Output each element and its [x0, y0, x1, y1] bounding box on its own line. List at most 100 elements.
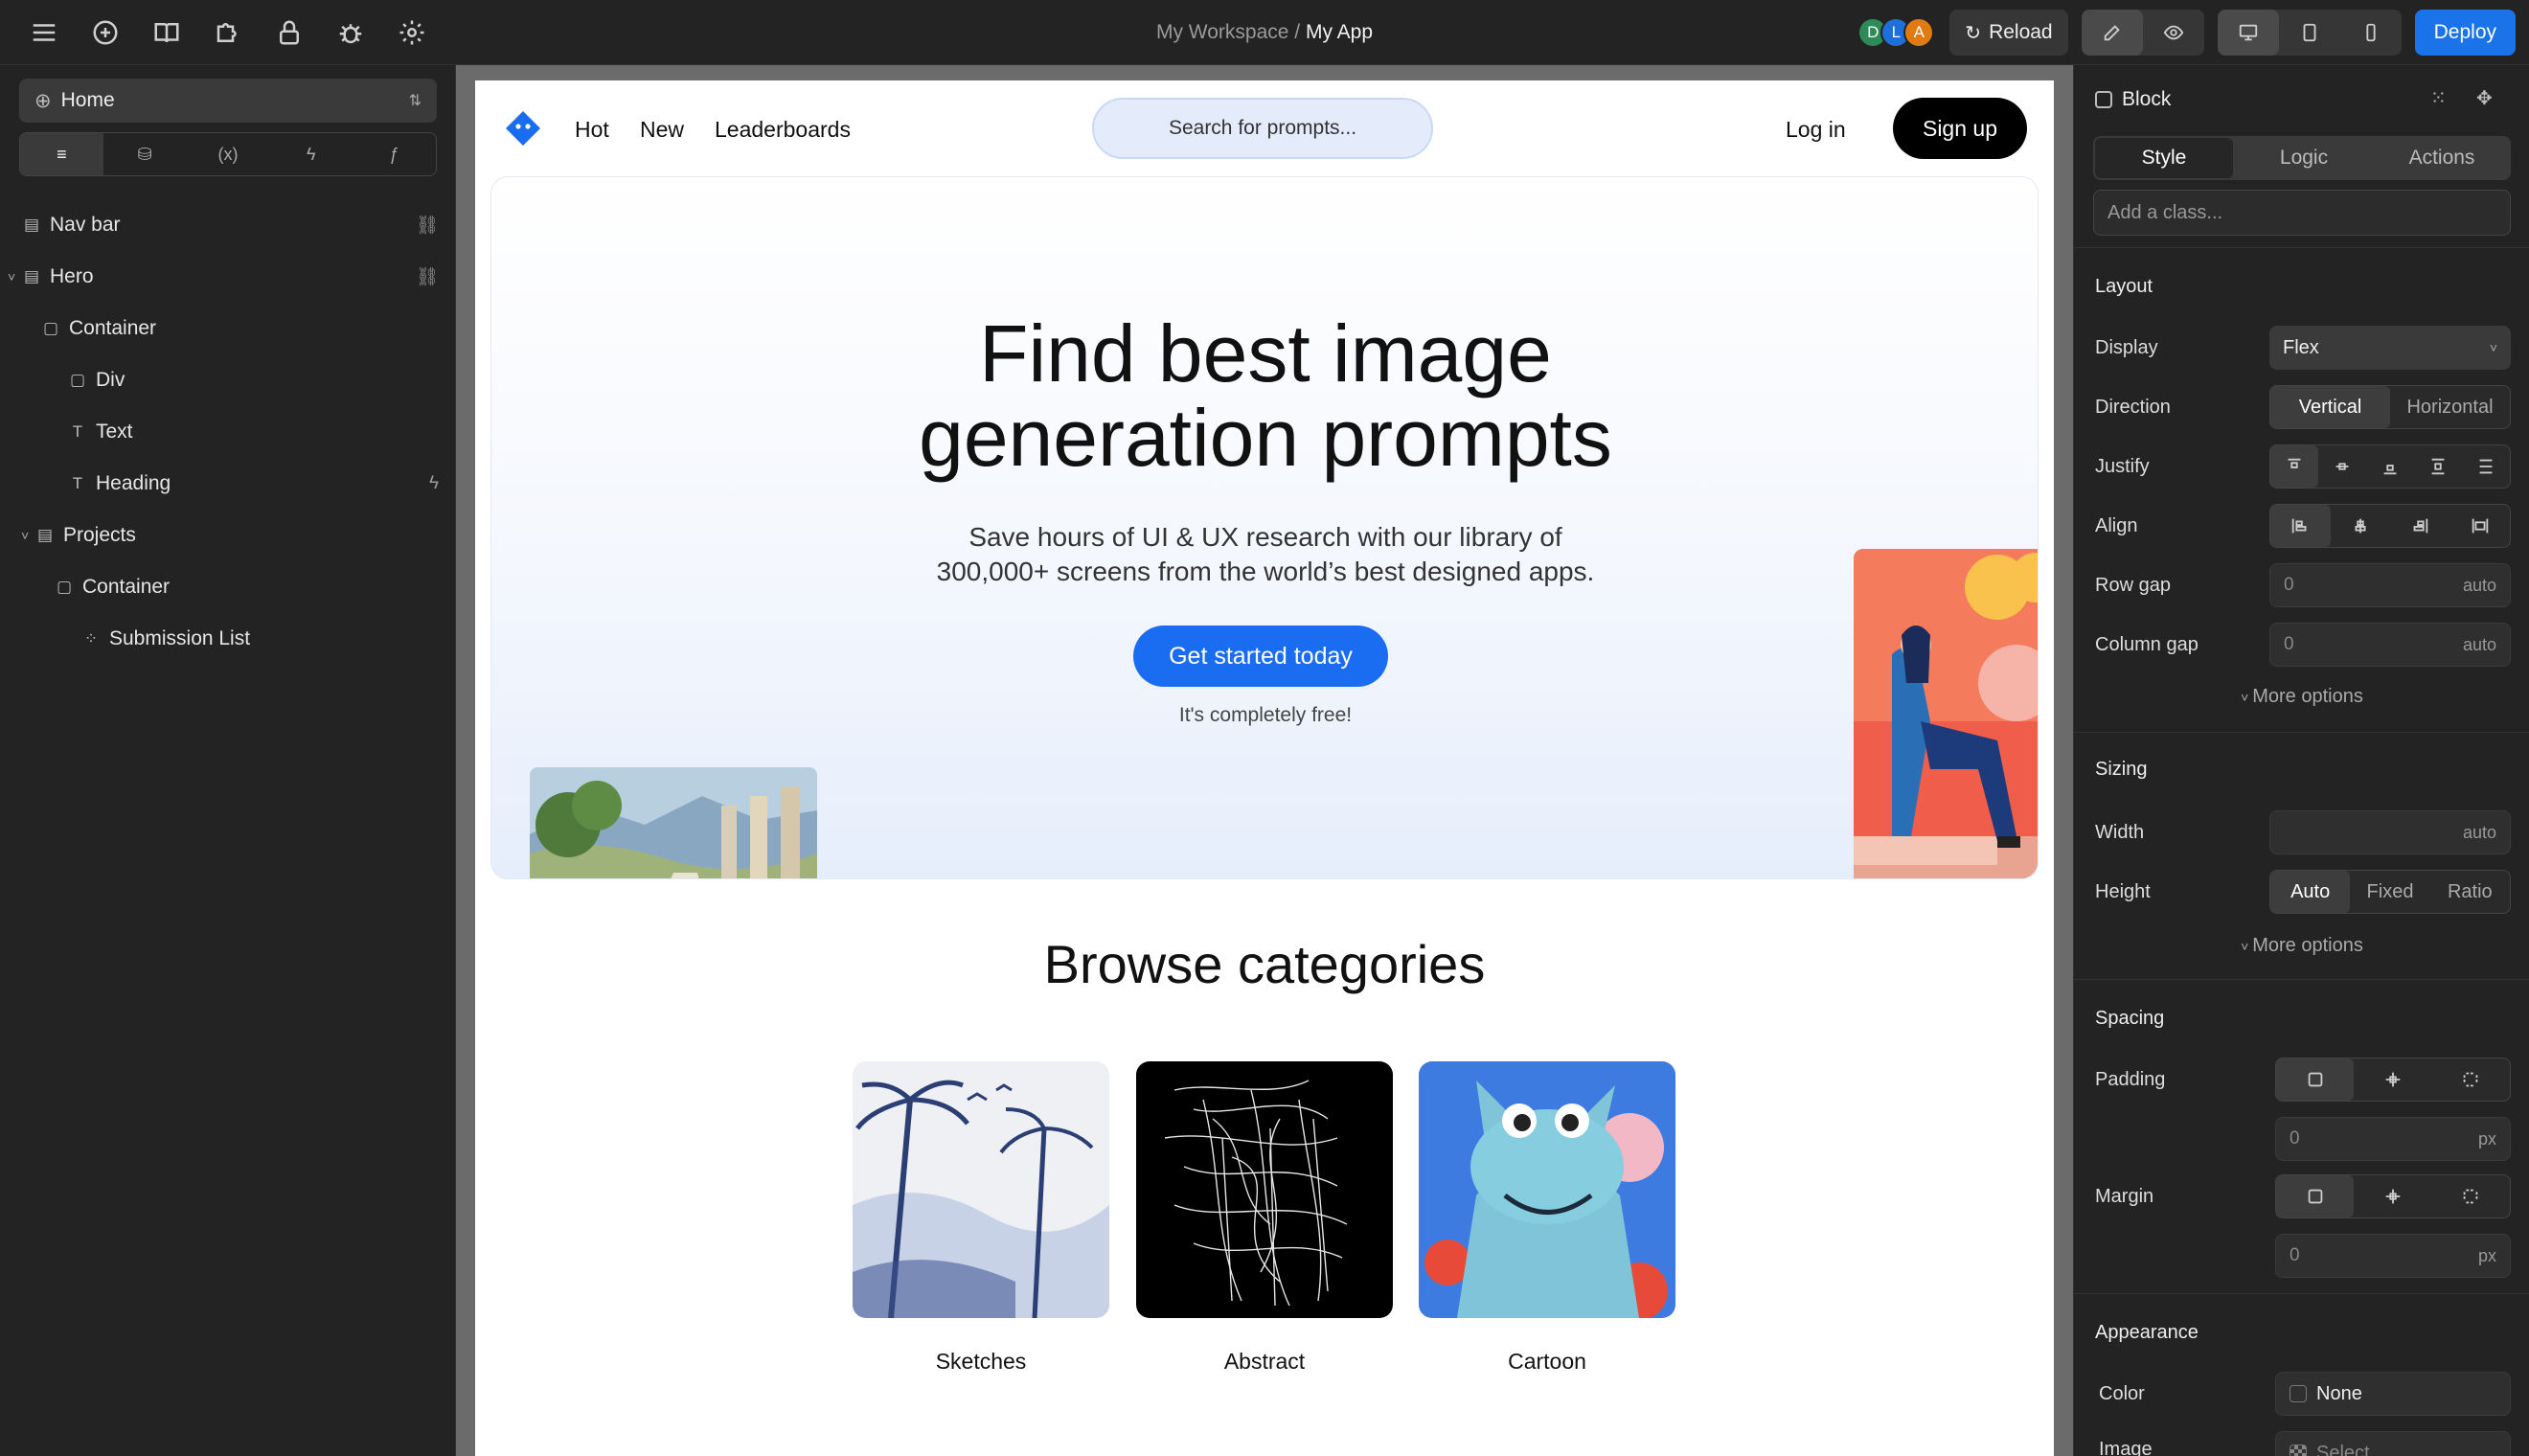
database-tab[interactable]: ⛁: [103, 133, 187, 175]
direction-horizontal[interactable]: Horizontal: [2390, 386, 2510, 428]
functions-tab[interactable]: ƒ: [353, 133, 436, 175]
justify-end-icon[interactable]: [2366, 445, 2414, 488]
preview-mode-button[interactable]: [2143, 10, 2204, 56]
column-gap-label: Column gap: [2095, 634, 2199, 655]
variables-tab[interactable]: (x): [187, 133, 270, 175]
mobile-view-button[interactable]: [2340, 10, 2402, 56]
hero-subtitle[interactable]: Save hours of UI & UX research with our …: [491, 520, 2038, 589]
link-icon[interactable]: ⛓: [416, 265, 439, 288]
search-input[interactable]: Search for prompts...: [1092, 98, 1433, 159]
reload-button[interactable]: ↻ Reload: [1949, 10, 2068, 56]
individual-sides-icon[interactable]: [2432, 1058, 2510, 1101]
justify-around-icon[interactable]: [2462, 445, 2510, 488]
layout-more-options[interactable]: ˅ More options: [2074, 686, 2529, 708]
get-started-button[interactable]: Get started today: [1133, 626, 1388, 687]
deploy-button[interactable]: Deploy: [2414, 10, 2516, 56]
tab-style[interactable]: Style: [2095, 138, 2233, 178]
avatar[interactable]: A: [1903, 17, 1935, 48]
color-picker[interactable]: None: [2275, 1372, 2511, 1416]
all-sides-icon[interactable]: [2276, 1058, 2355, 1101]
sizing-more-options[interactable]: ˅ More options: [2074, 935, 2529, 957]
tree-caret[interactable]: ˅: [8, 269, 21, 284]
page-preview[interactable]: Hot New Leaderboards Search for prompts.…: [475, 80, 2054, 1456]
individual-sides-icon[interactable]: [2432, 1175, 2510, 1217]
category-thumbnail[interactable]: [853, 1061, 1109, 1318]
nav-link-hot[interactable]: Hot: [575, 117, 609, 143]
width-input[interactable]: auto: [2269, 810, 2511, 854]
hero-section[interactable]: Find best image generation prompts Save …: [490, 176, 2039, 879]
nav-link-leaderboards[interactable]: Leaderboards: [715, 117, 851, 143]
actions-tab[interactable]: ϟ: [269, 133, 353, 175]
height-auto[interactable]: Auto: [2270, 871, 2351, 913]
padding-unit[interactable]: px: [2478, 1129, 2496, 1149]
justify-start-icon[interactable]: [2270, 445, 2318, 488]
layers-tab[interactable]: ≡: [20, 133, 103, 175]
tree-caret[interactable]: ˅: [21, 528, 34, 543]
tree-node-container[interactable]: ▢ Container: [0, 303, 456, 354]
height-fixed[interactable]: Fixed: [2350, 871, 2429, 913]
move-icon[interactable]: ✥: [2476, 86, 2493, 110]
lightning-icon[interactable]: ϟ: [429, 473, 439, 494]
add-class-input[interactable]: Add a class...: [2093, 190, 2511, 236]
breadcrumb-app[interactable]: My App: [1306, 21, 1373, 43]
margin-input[interactable]: 0 px: [2275, 1234, 2511, 1278]
edit-mode-button[interactable]: [2081, 10, 2143, 56]
padding-input[interactable]: 0 px: [2275, 1117, 2511, 1161]
column-gap-unit[interactable]: auto: [2463, 635, 2496, 655]
login-link[interactable]: Log in: [1786, 117, 1846, 143]
all-sides-icon[interactable]: [2276, 1175, 2355, 1217]
desktop-view-button[interactable]: [2217, 10, 2279, 56]
tree-node-hero[interactable]: ˅ ▤ Hero ⛓: [0, 251, 456, 303]
category-thumbnail[interactable]: [1136, 1061, 1393, 1318]
justify-center-icon[interactable]: [2318, 445, 2366, 488]
category-card-sketches[interactable]: Sketches: [853, 1061, 1109, 1375]
tree-node-heading[interactable]: T Heading ϟ: [0, 458, 456, 510]
category-thumbnail[interactable]: [1419, 1061, 1675, 1318]
tab-actions[interactable]: Actions: [2373, 136, 2511, 180]
tree-node-container[interactable]: ▢ Container: [0, 561, 456, 613]
align-stretch-icon[interactable]: [2450, 505, 2511, 547]
book-icon[interactable]: [136, 0, 197, 65]
nav-link-new[interactable]: New: [640, 117, 684, 143]
row-gap-unit[interactable]: auto: [2463, 576, 2496, 596]
height-ratio[interactable]: Ratio: [2430, 871, 2510, 913]
puzzle-icon[interactable]: [197, 0, 259, 65]
tree-node-label: Text: [96, 421, 133, 443]
category-card-cartoon[interactable]: Cartoon: [1419, 1061, 1675, 1375]
signup-button[interactable]: Sign up: [1893, 98, 2027, 159]
gear-icon[interactable]: [381, 0, 443, 65]
site-nav-bar[interactable]: Hot New Leaderboards Search for prompts.…: [475, 80, 2054, 176]
tree-node-div[interactable]: ▢ Div: [0, 354, 456, 406]
column-gap-input[interactable]: 0 auto: [2269, 623, 2511, 667]
menu-icon[interactable]: [13, 0, 75, 65]
section-icon: ▤: [23, 267, 40, 285]
display-select[interactable]: Flex ˅: [2269, 326, 2511, 370]
margin-unit[interactable]: px: [2478, 1246, 2496, 1266]
justify-between-icon[interactable]: [2414, 445, 2462, 488]
width-unit[interactable]: auto: [2463, 823, 2496, 843]
site-logo[interactable]: [504, 109, 542, 148]
tab-logic[interactable]: Logic: [2235, 136, 2373, 180]
tablet-view-button[interactable]: [2279, 10, 2340, 56]
align-start-icon[interactable]: [2270, 505, 2331, 547]
category-card-abstract[interactable]: Abstract: [1136, 1061, 1393, 1375]
axis-sides-icon[interactable]: [2354, 1058, 2431, 1101]
tree-node-projects[interactable]: ˅ ▤ Projects: [0, 510, 456, 561]
align-center-icon[interactable]: [2331, 505, 2391, 547]
align-end-icon[interactable]: [2390, 505, 2450, 547]
axis-sides-icon[interactable]: [2354, 1175, 2431, 1217]
tree-node-nav-bar[interactable]: ▤ Nav bar ⛓: [0, 199, 456, 251]
component-icon[interactable]: ⁙: [2430, 86, 2447, 110]
lock-icon[interactable]: [259, 0, 320, 65]
breadcrumb-workspace[interactable]: My Workspace: [1156, 21, 1288, 43]
direction-vertical[interactable]: Vertical: [2270, 386, 2390, 428]
row-gap-input[interactable]: 0 auto: [2269, 563, 2511, 607]
image-picker[interactable]: Select: [2275, 1431, 2511, 1456]
hero-heading[interactable]: Find best image generation prompts: [491, 311, 2038, 480]
tree-node-submission-list[interactable]: ⁘ Submission List: [0, 613, 456, 665]
bug-icon[interactable]: [320, 0, 381, 65]
link-icon[interactable]: ⛓: [416, 214, 439, 237]
tree-node-text[interactable]: T Text: [0, 406, 456, 458]
plus-circle-icon[interactable]: [75, 0, 136, 65]
page-select[interactable]: ⊕ Home ⇅: [19, 79, 437, 123]
